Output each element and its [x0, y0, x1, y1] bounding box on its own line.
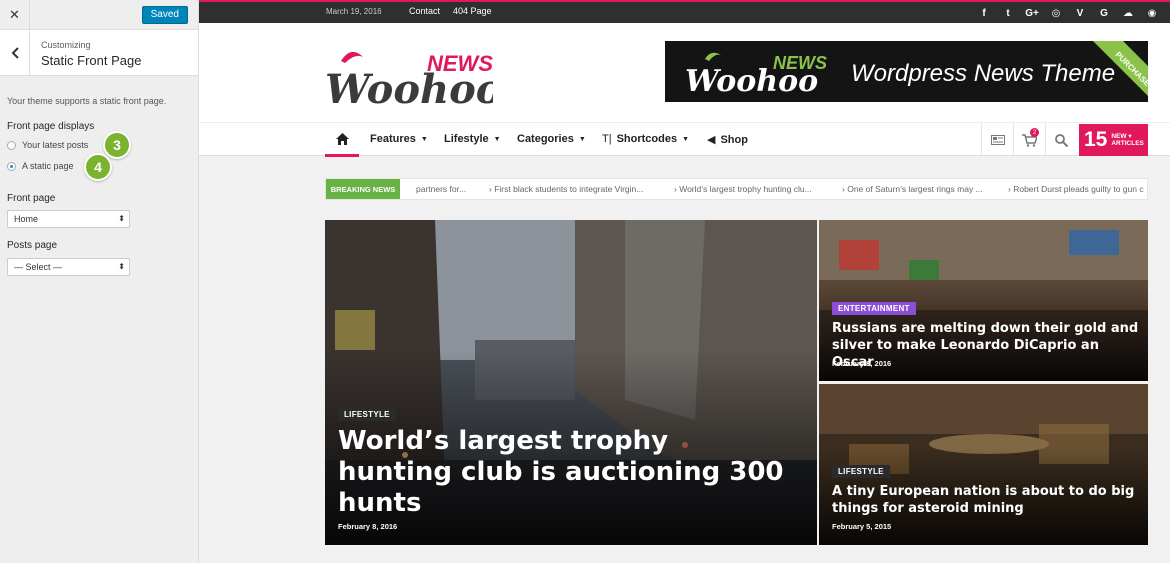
- nav-lifestyle[interactable]: Lifestyle ▼: [444, 133, 501, 145]
- radio-latest-posts[interactable]: Your latest posts: [7, 140, 88, 150]
- ticker-item[interactable]: › Robert Durst pleads guilty to gun c: [1008, 184, 1144, 194]
- post-title[interactable]: World’s largest trophy hunting club is a…: [338, 426, 788, 519]
- nav-shop[interactable]: ◀ Shop: [707, 133, 748, 147]
- vimeo-icon[interactable]: V: [1068, 4, 1092, 22]
- cart-count-badge: 2: [1030, 128, 1039, 137]
- google-icon[interactable]: G: [1092, 4, 1116, 22]
- ticker-item[interactable]: › First black students to integrate Virg…: [489, 184, 643, 194]
- dribbble-icon[interactable]: ◎: [1044, 4, 1068, 22]
- banner-tagline: Wordpress News Theme: [851, 60, 1115, 87]
- site-preview: March 19, 2016 Contact 404 Page f t G+ ◎…: [199, 0, 1170, 563]
- newspaper-icon[interactable]: [981, 123, 1013, 157]
- 404-page-link[interactable]: 404 Page: [453, 6, 492, 16]
- home-icon[interactable]: [325, 123, 359, 157]
- new-articles-count: 15: [1084, 128, 1108, 151]
- posts-page-label: Posts page: [7, 240, 58, 251]
- section-description: Your theme supports a static front page.: [7, 96, 167, 106]
- back-icon[interactable]: [0, 30, 30, 75]
- customizing-label: Customizing: [41, 40, 91, 50]
- nav-features[interactable]: Features ▼: [370, 133, 428, 145]
- caret-down-icon: ▼: [493, 135, 501, 143]
- top-date: March 19, 2016: [326, 7, 382, 16]
- nav-shortcodes[interactable]: T| Shortcodes ▼: [602, 133, 689, 145]
- nav-label: Shortcodes: [616, 133, 678, 145]
- search-icon[interactable]: [1045, 123, 1077, 157]
- logo-badge: NEWS: [427, 51, 493, 76]
- ticker-item[interactable]: partners for...: [416, 184, 466, 194]
- contact-link[interactable]: Contact: [409, 6, 440, 16]
- post-date: February 8, 2016: [832, 359, 892, 368]
- social-links: f t G+ ◎ V G ☁ ◉: [972, 4, 1164, 22]
- text-size-icon: T|: [602, 133, 612, 145]
- featured-post-right-bottom[interactable]: LIFESTYLE A tiny European nation is abou…: [819, 384, 1148, 545]
- caret-down-icon: ▼: [682, 135, 690, 143]
- section-header: Customizing Static Front Page: [0, 30, 198, 76]
- post-date: February 8, 2016: [338, 522, 398, 531]
- cart-icon[interactable]: 2: [1013, 123, 1045, 157]
- saved-button[interactable]: Saved: [141, 6, 188, 24]
- banner-logo-badge: NEWS: [773, 53, 827, 73]
- google-plus-icon[interactable]: G+: [1020, 4, 1044, 22]
- close-icon[interactable]: ✕: [0, 0, 30, 30]
- radio-button[interactable]: [7, 161, 16, 171]
- nav-categories[interactable]: Categories ▼: [517, 133, 586, 145]
- site-header: Woohoo NEWS Woohoo NEWS Wordpress News T…: [199, 23, 1170, 122]
- select-arrow-icon: ⬍: [118, 214, 125, 223]
- featured-post-right-top[interactable]: ENTERTAINMENT Russians are melting down …: [819, 220, 1148, 381]
- main-nav: Features ▼ Lifestyle ▼ Categories ▼ T| Short…: [199, 122, 1170, 157]
- section-title: Static Front Page: [41, 53, 142, 68]
- caret-down-icon: ▼: [420, 135, 428, 143]
- front-page-value: Home: [14, 214, 39, 224]
- posts-page-value: — Select —: [14, 262, 63, 272]
- post-date: February 5, 2015: [832, 522, 892, 531]
- featured-post-main[interactable]: LIFESTYLE World’s largest trophy hunting…: [325, 220, 817, 545]
- nav-label: Shop: [720, 133, 748, 146]
- post-title[interactable]: A tiny European nation is about to do bi…: [832, 483, 1142, 517]
- category-badge[interactable]: LIFESTYLE: [338, 408, 396, 421]
- top-bar: March 19, 2016 Contact 404 Page f t G+ ◎…: [199, 0, 1170, 23]
- ticker-item[interactable]: › World’s largest trophy hunting clu...: [674, 184, 812, 194]
- facebook-icon[interactable]: f: [972, 4, 996, 22]
- radio-static-page[interactable]: A static page: [7, 161, 74, 171]
- radio-label: A static page: [22, 161, 74, 171]
- posts-page-select[interactable]: — Select — ⬍: [7, 258, 130, 276]
- new-label-line-1: NEW: [1111, 133, 1127, 140]
- step-marker-4: 4: [84, 153, 112, 181]
- front-page-select[interactable]: Home ⬍: [7, 210, 130, 228]
- front-page-displays-label: Front page displays: [7, 121, 95, 132]
- breaking-news-ticker: BREAKING NEWS partners for... › First bl…: [325, 178, 1148, 200]
- customizer-header: ✕ Saved: [0, 0, 198, 30]
- megaphone-icon: ◀: [707, 134, 716, 146]
- twitter-icon[interactable]: t: [996, 4, 1020, 22]
- customizer-sidebar: ✕ Saved Customizing Static Front Page Yo…: [0, 0, 199, 563]
- select-arrow-icon: ⬍: [118, 262, 125, 271]
- ticker-item[interactable]: › One of Saturn’s largest rings may ...: [842, 184, 983, 194]
- front-page-label: Front page: [7, 193, 56, 204]
- step-marker-3: 3: [103, 131, 131, 159]
- caret-down-icon: ▼: [578, 135, 586, 143]
- new-articles-label: NEW ▾ ARTICLES: [1111, 133, 1144, 147]
- category-badge[interactable]: LIFESTYLE: [832, 465, 890, 478]
- nav-label: Features: [370, 133, 416, 145]
- category-badge[interactable]: ENTERTAINMENT: [832, 302, 916, 315]
- soundcloud-icon[interactable]: ☁: [1116, 4, 1140, 22]
- ad-banner[interactable]: Woohoo NEWS Wordpress News Theme PURCHAS…: [665, 41, 1148, 102]
- site-logo[interactable]: Woohoo NEWS: [323, 41, 502, 113]
- new-articles-button[interactable]: 15 NEW ▾ ARTICLES: [1079, 124, 1148, 156]
- radio-button[interactable]: [7, 140, 16, 150]
- nav-label: Lifestyle: [444, 133, 489, 145]
- radio-label: Your latest posts: [22, 140, 89, 150]
- new-label-line-2: ARTICLES: [1111, 140, 1144, 147]
- rss-icon[interactable]: ◉: [1140, 4, 1164, 22]
- nav-label: Categories: [517, 133, 574, 145]
- breaking-news-label: BREAKING NEWS: [326, 179, 400, 199]
